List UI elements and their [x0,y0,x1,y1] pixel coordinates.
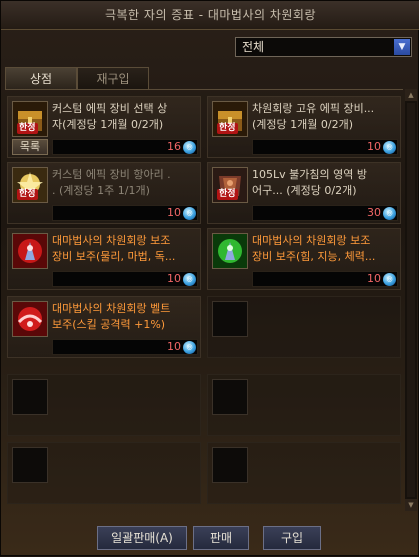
shop-item-slot[interactable]: 한정 커스텀 에픽 장비 항아리 .. (계정당 1주 1/1개) 10 ◎ [7,162,201,224]
currency-coin-icon: ◎ [383,207,396,220]
window-title[interactable]: 극복한 자의 증표 - 대마법사의 차원회랑 [1,1,419,30]
green-orb-icon[interactable] [212,233,248,269]
item-name: 대마법사의 차원회랑 보조 장비 보주(물리, 마법, 독... [52,234,176,263]
empty-slot-icon [212,379,248,415]
bulk-sell-button[interactable]: 일괄판매(A) [97,526,187,550]
item-name: 105Lv 불가침의 영역 방 어구... (계정당 0/2개) [252,168,367,197]
treasure-chest-icon[interactable]: 한정 [12,101,48,137]
price-bar: 10 ◎ [52,205,198,221]
scroll-up-icon[interactable]: ▲ [405,89,417,101]
item-price: 10 [367,140,381,153]
price-bar: 16 ◎ [52,139,198,155]
currency-coin-icon: ◎ [183,341,196,354]
red-belt-orb-icon[interactable] [12,301,48,337]
item-name: 커스텀 에픽 장비 항아리 .. (계정당 1주 1/1개) [52,168,171,197]
category-filter-dropdown[interactable]: 전체 ▼ [235,37,412,57]
shop-item-slot[interactable]: 한정 차원회랑 고유 에픽 장비... (계정당 1개월 0/2개) 10 ◎ [207,96,401,158]
treasure-chest-icon[interactable]: 한정 [212,101,248,137]
price-bar: 10 ◎ [52,339,198,355]
chevron-down-icon[interactable]: ▼ [394,39,410,55]
empty-slot-icon [212,301,248,337]
empty-slot [207,296,401,358]
item-list-scrollbar[interactable]: ▲ ▼ [405,89,417,511]
empty-slot [207,442,401,504]
price-bar: 10 ◎ [52,271,198,287]
jar-icon[interactable]: 한정 [12,167,48,203]
item-price: 16 [167,140,181,153]
item-name: 차원회랑 고유 에픽 장비... (계정당 1개월 0/2개) [252,102,375,131]
scroll-track[interactable] [407,103,415,497]
item-price: 10 [367,272,381,285]
empty-slot [7,374,201,436]
empty-slot-icon [12,379,48,415]
tab-rebuy[interactable]: 재구입 [77,67,149,89]
item-price: 30 [367,206,381,219]
empty-slot [7,442,201,504]
item-name: 커스텀 에픽 장비 선택 상 자(계정당 1개월 0/2개) [52,102,168,131]
list-button[interactable]: 목록 [12,139,48,155]
buy-button[interactable]: 구입 [263,526,321,550]
red-orb-icon[interactable] [12,233,48,269]
shop-window: 극복한 자의 증표 - 대마법사의 차원회랑 전체 ▼ 상점 재구입 한정 커스… [0,0,419,556]
shop-item-slot[interactable]: 한정 105Lv 불가침의 영역 방 어구... (계정당 0/2개) 30 ◎ [207,162,401,224]
shop-item-slot[interactable]: 대마법사의 차원회랑 보조 장비 보주(물리, 마법, 독... 10 ◎ [7,228,201,290]
shop-item-slot[interactable]: 대마법사의 차원회랑 벨트 보주(스킬 공격력 +1%) 10 ◎ [7,296,201,358]
currency-coin-icon: ◎ [383,141,396,154]
price-bar: 10 ◎ [252,139,398,155]
limited-badge: 한정 [217,189,238,200]
empty-slot-icon [12,447,48,483]
item-price: 10 [167,206,181,219]
price-bar: 30 ◎ [252,205,398,221]
shop-item-slot[interactable]: 한정 커스텀 에픽 장비 선택 상 자(계정당 1개월 0/2개) 목록 16 ◎ [7,96,201,158]
item-price: 10 [167,272,181,285]
currency-coin-icon: ◎ [183,141,196,154]
currency-coin-icon: ◎ [183,207,196,220]
item-name: 대마법사의 차원회랑 보조 장비 보주(힘, 지능, 체력... [252,234,376,263]
item-price: 10 [167,340,181,353]
category-filter-value: 전체 [242,40,265,54]
scroll-down-icon[interactable]: ▼ [405,499,417,511]
currency-coin-icon: ◎ [383,273,396,286]
empty-slot [207,374,401,436]
limited-badge: 한정 [17,123,38,134]
empty-slot-icon [212,447,248,483]
armor-box-icon[interactable]: 한정 [212,167,248,203]
tab-shop[interactable]: 상점 [5,67,77,89]
sell-button[interactable]: 판매 [193,526,249,550]
action-bar: 일괄판매(A) 판매 구입 [1,517,419,557]
item-name: 대마법사의 차원회랑 벨트 보주(스킬 공격력 +1%) [52,302,171,331]
limited-badge: 한정 [17,189,38,200]
currency-coin-icon: ◎ [183,273,196,286]
item-grid: 한정 커스텀 에픽 장비 선택 상 자(계정당 1개월 0/2개) 목록 16 ◎… [5,89,403,512]
limited-badge: 한정 [217,123,238,134]
shop-item-slot[interactable]: 대마법사의 차원회랑 보조 장비 보주(힘, 지능, 체력... 10 ◎ [207,228,401,290]
price-bar: 10 ◎ [252,271,398,287]
